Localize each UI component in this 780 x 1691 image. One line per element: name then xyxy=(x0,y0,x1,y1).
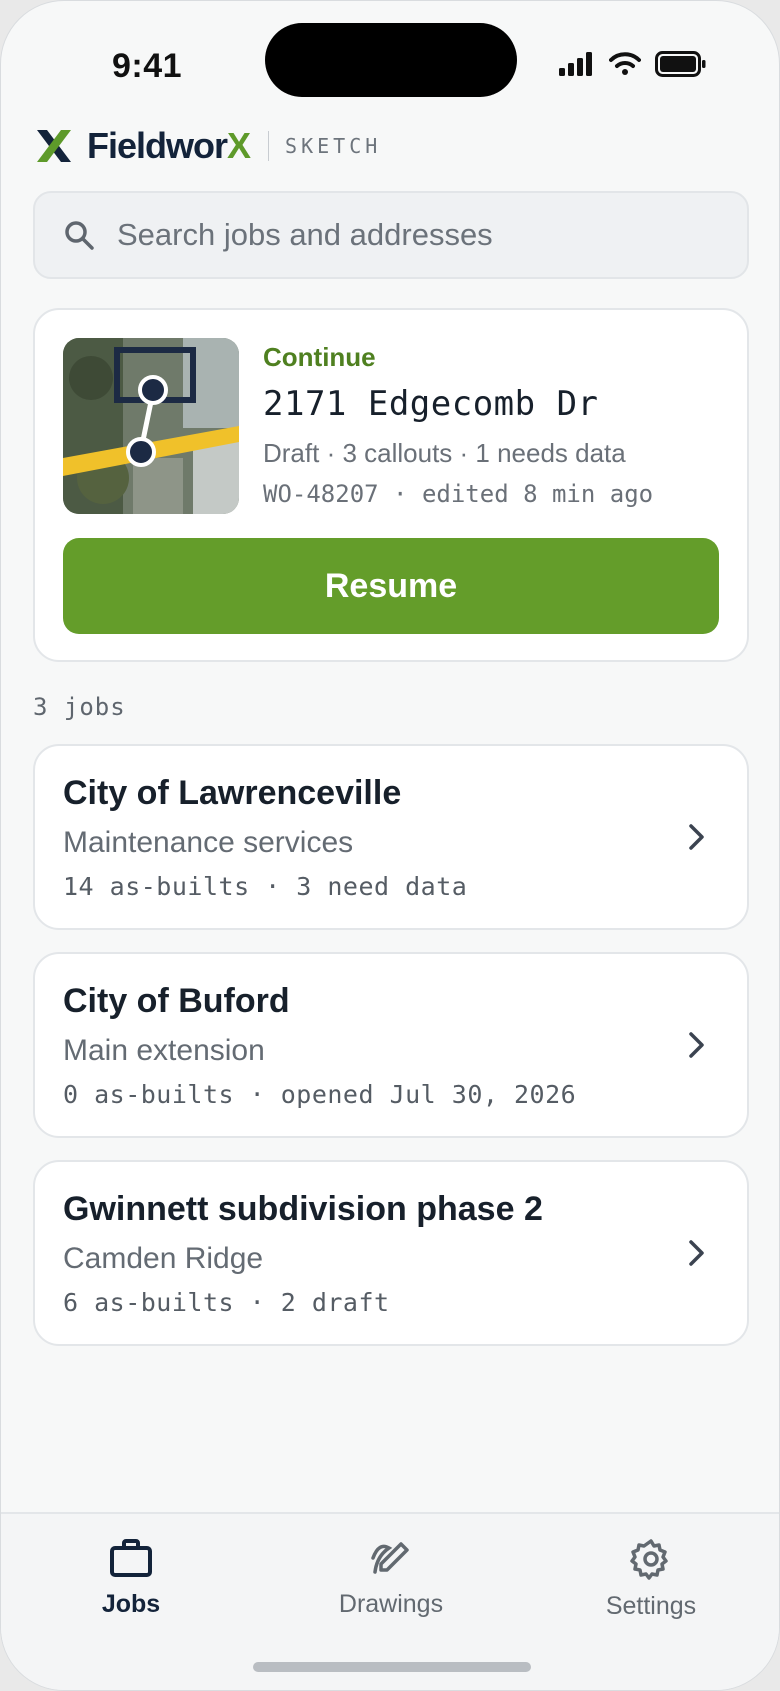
fieldworx-logo-icon xyxy=(37,130,71,162)
job-title: City of Buford xyxy=(63,982,290,1020)
status-icons xyxy=(559,51,707,77)
brand-name-main: Fieldwor xyxy=(87,125,228,166)
job-meta: 14 as-builts · 3 need data xyxy=(63,872,468,901)
brand-divider xyxy=(268,131,270,161)
job-card[interactable]: City of Buford Main extension 0 as-built… xyxy=(33,952,749,1138)
job-meta: 6 as-builts · 2 draft xyxy=(63,1288,390,1317)
job-status-meta: Draft · 3 callouts · 1 needs data xyxy=(263,438,626,468)
chevron-right-icon xyxy=(689,1240,704,1266)
job-meta: 0 as-builts · opened Jul 30, 2026 xyxy=(63,1080,577,1109)
battery-icon xyxy=(655,51,706,77)
tab-jobs[interactable]: Jobs xyxy=(41,1538,221,1619)
status-bar: 9:41 xyxy=(1,1,779,111)
tab-label: Settings xyxy=(605,1592,697,1620)
chevron-right-icon xyxy=(689,824,704,850)
continue-label: Continue xyxy=(263,342,376,372)
briefcase-icon xyxy=(110,1539,152,1577)
jobs-count: 3 jobs xyxy=(33,693,126,721)
job-subtitle: Maintenance services xyxy=(63,826,354,859)
job-subtitle: Main extension xyxy=(63,1034,265,1067)
search-icon xyxy=(65,221,94,250)
chevron-right-icon xyxy=(689,1032,704,1058)
job-map-thumbnail xyxy=(63,338,239,514)
job-title: Gwinnett subdivision phase 2 xyxy=(63,1190,543,1228)
dynamic-island xyxy=(265,23,517,97)
resume-button[interactable]: Resume xyxy=(63,538,719,634)
tab-label: Drawings xyxy=(338,1590,444,1618)
brand-name: FieldworX xyxy=(87,125,251,167)
status-time: 9:41 xyxy=(112,47,183,85)
app-header: FieldworX SKETCH xyxy=(37,125,381,167)
search-bar[interactable] xyxy=(33,191,749,279)
job-card[interactable]: Gwinnett subdivision phase 2 Camden Ridg… xyxy=(33,1160,749,1346)
tab-drawings[interactable]: Drawings xyxy=(301,1538,481,1619)
job-address: 2171 Edgecomb Dr xyxy=(263,384,599,424)
job-title: City of Lawrenceville xyxy=(63,774,402,812)
tab-bar: Jobs Drawings Settings xyxy=(1,1512,779,1690)
tab-settings[interactable]: Settings xyxy=(561,1538,741,1621)
job-card[interactable]: City of Lawrenceville Maintenance servic… xyxy=(33,744,749,930)
cellular-signal-icon xyxy=(559,52,592,76)
search-input[interactable] xyxy=(117,217,697,253)
home-indicator xyxy=(253,1662,531,1672)
wifi-icon xyxy=(609,52,641,75)
job-subtitle: Camden Ridge xyxy=(63,1242,264,1275)
gear-icon xyxy=(630,1539,668,1580)
work-order-meta: WO-48207 · edited 8 min ago xyxy=(263,480,654,508)
phone-screen: 9:41 FieldworX SKETCH Search jobs and ad… xyxy=(0,0,780,1691)
continue-card[interactable]: Continue 2171 Edgecomb Dr Draft · 3 call… xyxy=(33,308,749,662)
tab-label: Jobs xyxy=(101,1590,161,1618)
brand-subtitle: SKETCH xyxy=(285,134,382,158)
pencil-drawing-icon xyxy=(371,1542,409,1574)
brand-name-accent: X xyxy=(227,125,251,166)
